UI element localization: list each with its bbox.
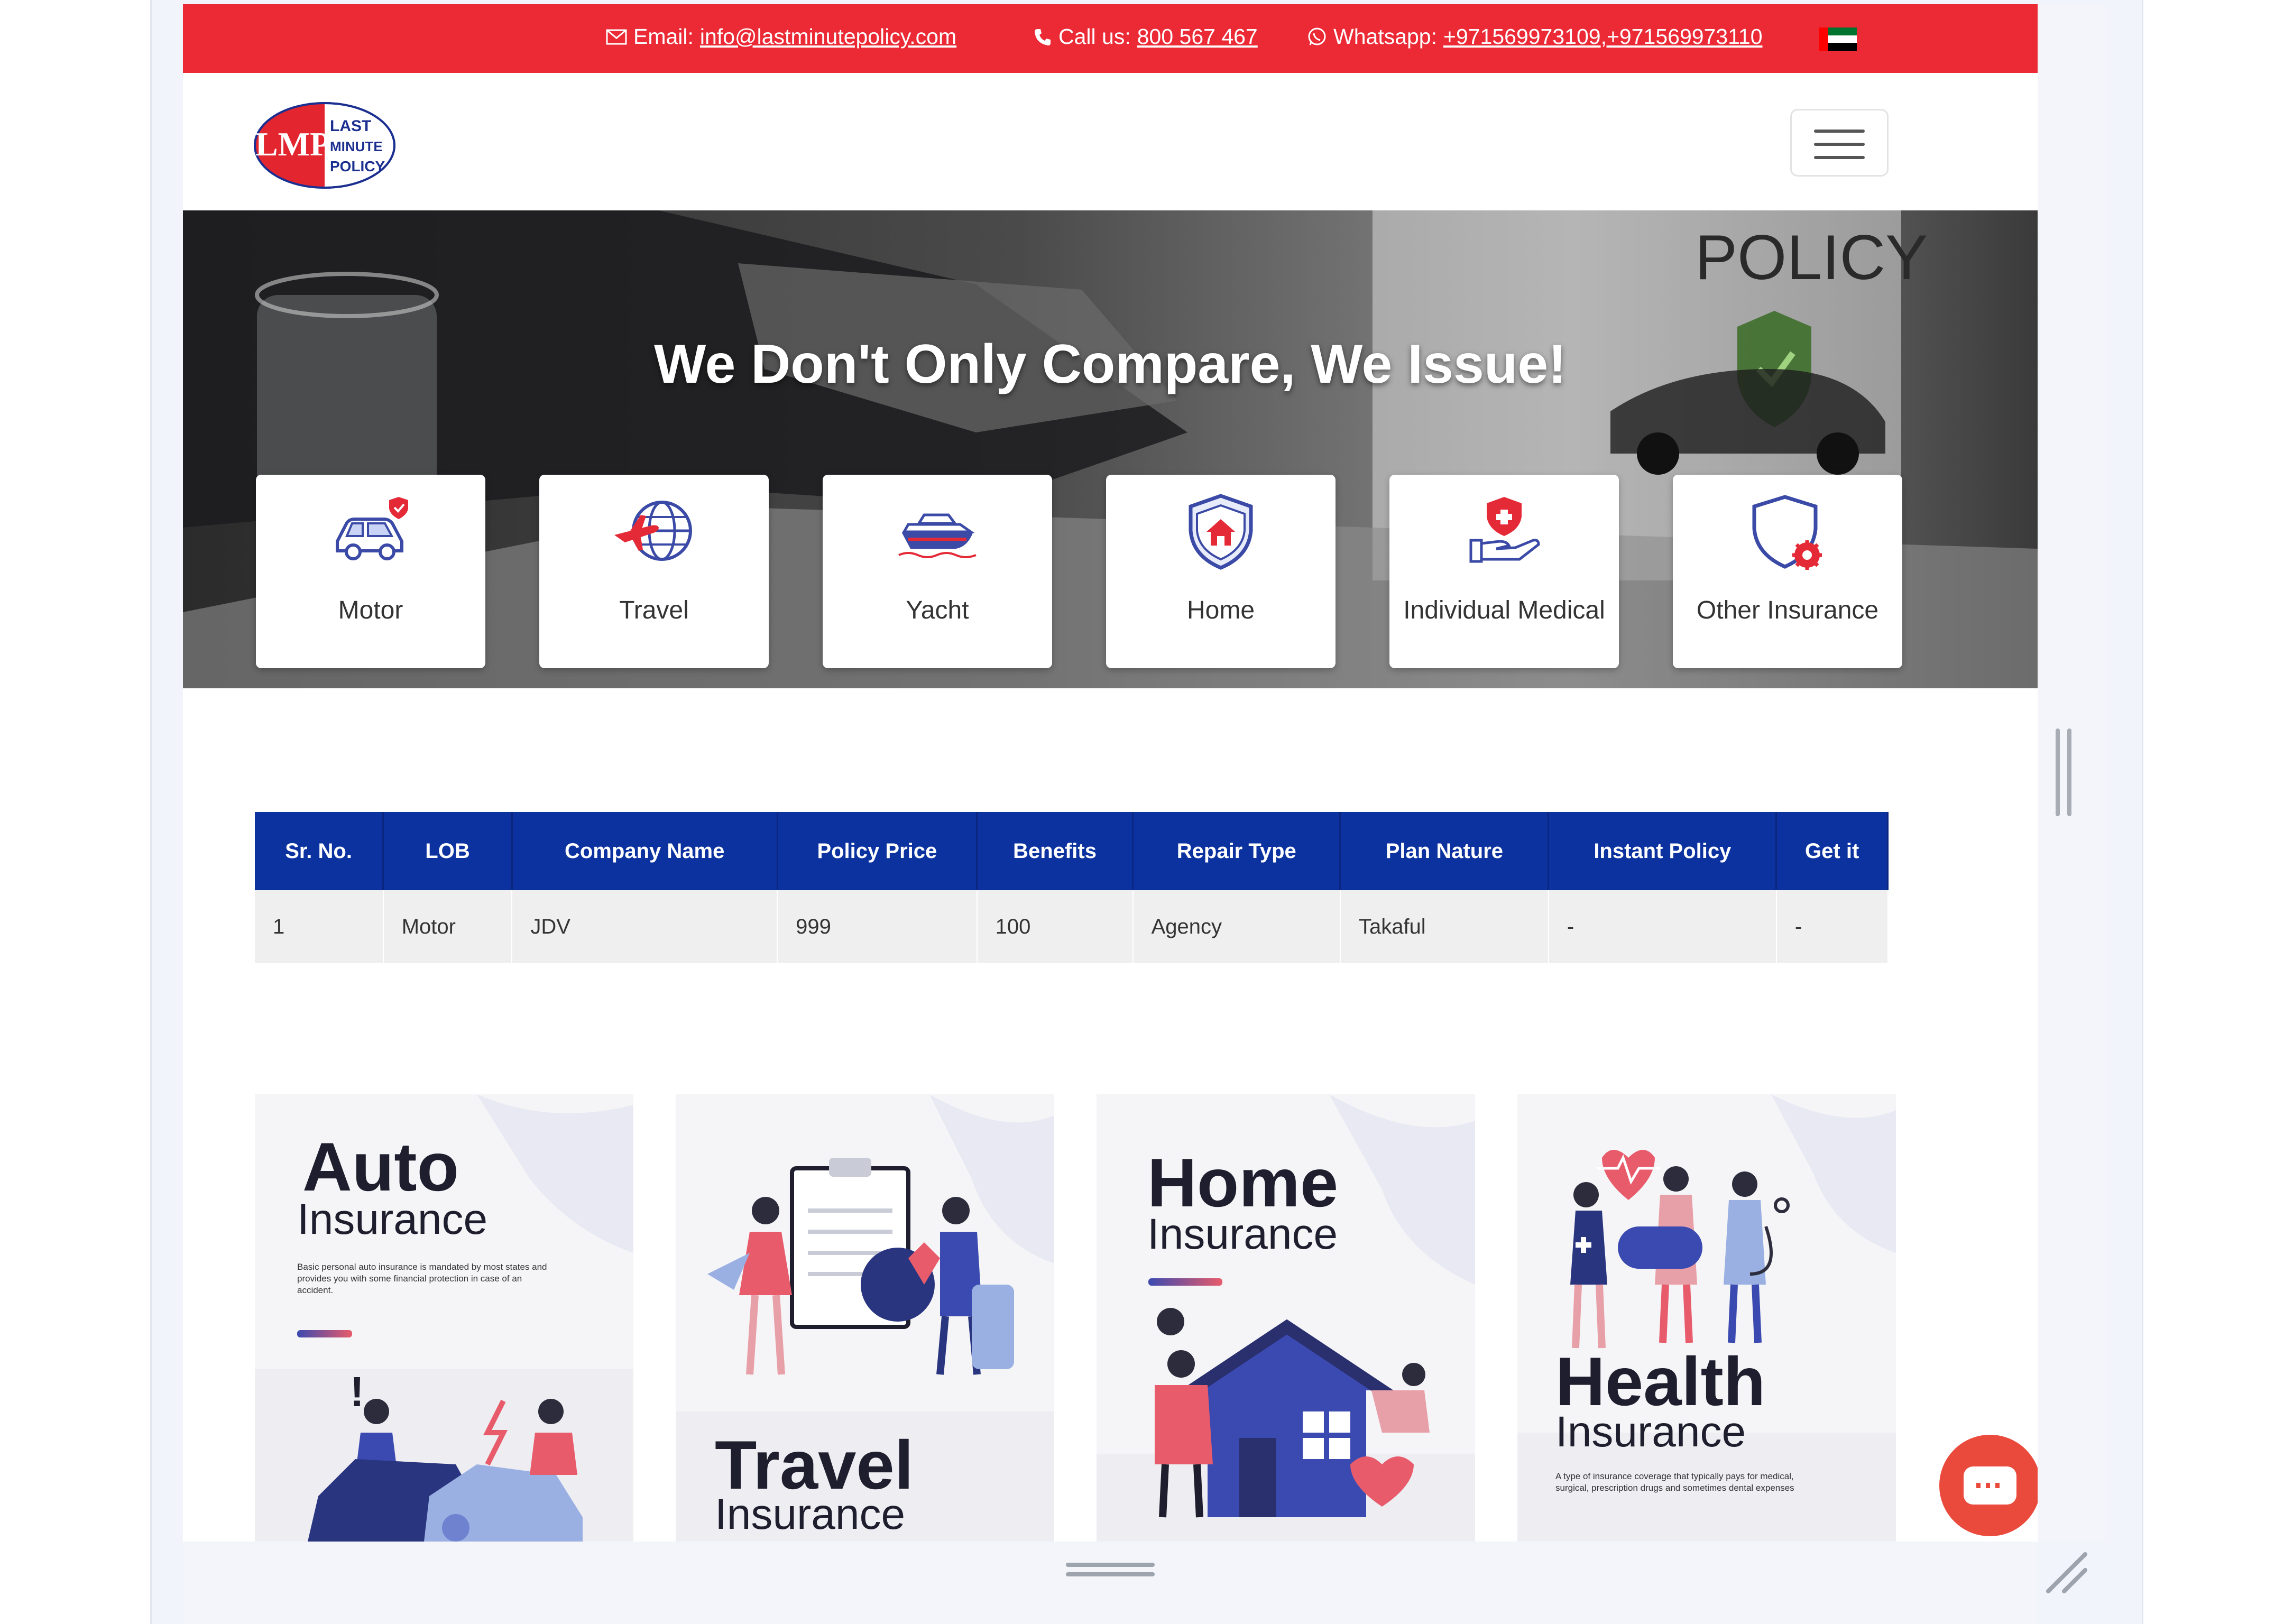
promo-title: Home <box>1147 1144 1339 1221</box>
lmp-logo[interactable]: LMP LAST MINUTE POLICY <box>253 100 397 190</box>
whatsapp-contact: Whatsapp: +971569973109 , +971569973110 <box>1307 24 1763 49</box>
product-card-home[interactable]: Home <box>1106 475 1336 668</box>
svg-text:!: ! <box>350 1368 364 1415</box>
product-card-individual-medical[interactable]: Individual Medical <box>1389 475 1619 668</box>
envelope-icon <box>606 29 627 44</box>
table-cell: - <box>1776 890 1889 963</box>
table-cell: 100 <box>977 890 1134 963</box>
phone-contact: Call us: 800 567 467 <box>1033 24 1258 49</box>
logo-mark: LMP <box>255 125 330 163</box>
email-link[interactable]: info@lastminutepolicy.com <box>700 24 956 49</box>
medical-hand-icon <box>1469 497 1540 563</box>
email-contact: Email: info@lastminutepolicy.com <box>606 24 956 49</box>
promo-card-health-insurance[interactable]: Health Insurance A type of insurance cov… <box>1517 1094 1896 1542</box>
column-header-benefits[interactable]: Benefits <box>977 812 1134 890</box>
hamburger-line <box>1814 143 1865 146</box>
viewer-bottom-bar <box>183 1542 2038 1624</box>
hero-title: We Don't Only Compare, We Issue! <box>654 334 1567 395</box>
column-header-policy-price[interactable]: Policy Price <box>777 812 978 890</box>
site-header: LMP LAST MINUTE POLICY <box>183 73 2038 211</box>
table-row[interactable]: 1 Motor JDV 999 100 Agency Takaful - - <box>255 890 1889 963</box>
logo-graphic: LMP LAST MINUTE POLICY <box>254 102 395 189</box>
hero-banner: POLICY We Don't Only Compare, We Issue! … <box>183 210 2038 688</box>
product-card-label: Other Insurance <box>1696 596 1879 624</box>
hamburger-line <box>1814 156 1865 159</box>
yacht-icon <box>898 513 977 558</box>
promo-accent-bar <box>297 1330 352 1337</box>
column-header-company-name[interactable]: Company Name <box>512 812 778 890</box>
promo-title: Auto <box>302 1128 459 1205</box>
product-card-label: Individual Medical <box>1403 596 1605 624</box>
product-card-label: Home <box>1186 596 1255 624</box>
column-header-plan-nature[interactable]: Plan Nature <box>1340 812 1550 890</box>
web-page: Email: info@lastminutepolicy.com Call us… <box>183 4 2038 1542</box>
column-header-get-it[interactable]: Get it <box>1776 812 1889 890</box>
car-icon <box>336 497 408 560</box>
hamburger-menu-button[interactable] <box>1790 109 1889 177</box>
bottom-drag-handle[interactable] <box>1066 1562 1155 1577</box>
promo-card-auto-insurance[interactable]: ! Auto Insurance Basic personal auto ins… <box>255 1094 633 1542</box>
whatsapp-label: Whatsapp: <box>1333 24 1437 49</box>
resize-corner-icon[interactable] <box>2043 1549 2090 1597</box>
logo-word-2: MINUTE <box>330 139 383 154</box>
column-header-repair-type[interactable]: Repair Type <box>1132 812 1341 890</box>
home-shield-icon <box>1189 494 1253 570</box>
whatsapp-icon <box>1308 27 1326 45</box>
table-cell: JDV <box>512 890 778 963</box>
promo-description: Basic personal auto insurance is mandate… <box>297 1262 547 1295</box>
chat-widget-button[interactable] <box>1937 1433 2038 1538</box>
logo-word-1: LAST <box>330 117 371 135</box>
promo-subtitle: Insurance <box>715 1490 906 1538</box>
scrollbar-grip[interactable] <box>2053 728 2075 816</box>
whatsapp-separator: , <box>1600 24 1607 49</box>
phone-label: Call us: <box>1058 24 1131 49</box>
product-card-label: Motor <box>338 596 403 624</box>
uae-flag-icon[interactable] <box>1819 27 1857 51</box>
promo-description: A type of insurance coverage that typica… <box>1555 1471 1794 1493</box>
column-header-instant-policy[interactable]: Instant Policy <box>1548 812 1778 890</box>
table-cell: 1 <box>255 890 384 963</box>
phone-icon <box>1035 29 1051 45</box>
whatsapp-link-1[interactable]: +971569973109 <box>1443 24 1601 49</box>
promo-title: Travel <box>715 1426 914 1503</box>
promo-subtitle: Insurance <box>1147 1210 1338 1258</box>
product-card-motor[interactable]: Motor <box>256 475 485 668</box>
hero-background-text: POLICY <box>1695 222 1928 293</box>
table-cell: 999 <box>777 890 978 963</box>
promo-title: Health <box>1555 1343 1766 1420</box>
column-header-lob[interactable]: LOB <box>383 812 513 890</box>
product-card-travel[interactable]: Travel <box>539 475 769 668</box>
whatsapp-numbers: +971569973109 , +971569973110 <box>1443 24 1763 49</box>
contact-top-bar: Email: info@lastminutepolicy.com Call us… <box>183 4 2038 73</box>
product-card-other-insurance[interactable]: Other Insurance <box>1673 475 1902 668</box>
comparison-table: Sr. No. LOB Company Name Policy Price Be… <box>255 812 1889 963</box>
email-label: Email: <box>633 24 694 49</box>
phone-link[interactable]: 800 567 467 <box>1137 24 1258 49</box>
logo-word-3: POLICY <box>330 158 385 174</box>
promo-subtitle: Insurance <box>1555 1408 1746 1456</box>
plane-globe-icon <box>614 501 692 561</box>
whatsapp-link-2[interactable]: +971569973110 <box>1607 24 1763 49</box>
table-cell: - <box>1548 890 1777 963</box>
table-cell: Agency <box>1132 890 1341 963</box>
table-header-row: Sr. No. LOB Company Name Policy Price Be… <box>255 812 1889 890</box>
promo-card-travel-insurance[interactable]: Travel Insurance <box>676 1094 1054 1542</box>
hamburger-line <box>1814 130 1865 133</box>
column-header-sr-no[interactable]: Sr. No. <box>255 812 384 890</box>
table-cell: Takaful <box>1340 890 1549 963</box>
table-cell: Motor <box>383 890 513 963</box>
product-card-yacht[interactable]: Yacht <box>823 475 1052 668</box>
product-card-label: Travel <box>619 596 689 624</box>
shield-gear-icon <box>1752 495 1822 570</box>
promo-accent-bar <box>1148 1278 1222 1286</box>
promo-subtitle: Insurance <box>297 1195 488 1243</box>
product-card-label: Yacht <box>906 596 969 624</box>
promo-card-home-insurance[interactable]: Home Insurance <box>1097 1094 1475 1542</box>
